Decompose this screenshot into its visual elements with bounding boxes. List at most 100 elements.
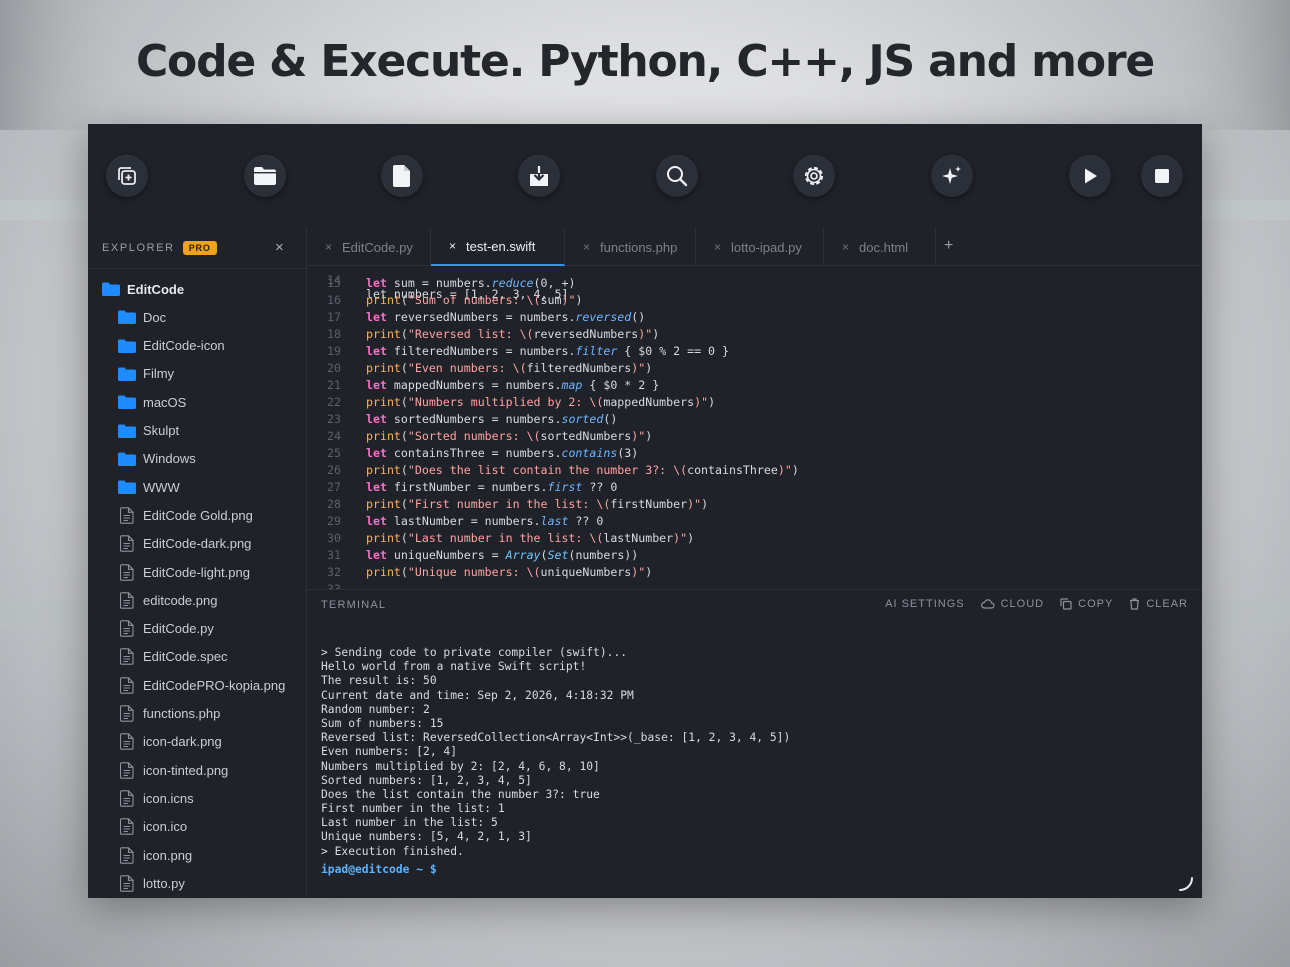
search-icon [667,166,688,187]
tab-close-icon[interactable]: × [714,240,721,254]
code-text: let uniqueNumbers = Array(Set(numbers)) [366,548,639,562]
ai-settings-button[interactable]: AI SETTINGS [885,598,964,610]
new-file-button[interactable] [381,155,423,197]
code-line: 19 let filteredNumbers = numbers.filter {… [307,344,1187,361]
tree-item-label: EditCode-dark.png [143,536,252,552]
tab-close-icon[interactable]: × [325,240,332,254]
cloud-label: CLOUD [1000,598,1045,610]
code-text: let firstNumber = numbers.first ?? 0 [366,480,618,494]
terminal-output[interactable]: > Sending code to private compiler (swif… [321,646,790,877]
code-text: print("Reversed list: \(reversedNumbers)… [366,327,660,341]
folder-icon [254,167,276,185]
tree-item-label: icon.icns [143,790,194,806]
tree-file[interactable]: EditCode-dark.png [120,530,251,558]
terminal-line: Sorted numbers: [1, 2, 3, 4, 5] [321,773,532,787]
stop-button[interactable] [1141,155,1183,197]
ai-assistant-button[interactable] [931,155,973,197]
folder-icon [118,366,136,382]
file-icon [120,761,136,779]
download-icon [530,166,548,186]
file-icon [120,563,136,581]
tab-lotto-ipad-py[interactable]: × lotto-ipad.py [696,228,824,266]
clear-button[interactable]: CLEAR [1129,598,1188,610]
tree-file[interactable]: EditCodePRO-kopia.png [120,671,285,699]
code-line: 23 let sortedNumbers = numbers.sorted() [307,412,1187,429]
tree-file[interactable]: EditCode Gold.png [120,501,253,529]
folder-icon [118,451,136,467]
tree-file[interactable]: EditCode.py [120,615,214,643]
tree-folder[interactable]: WWW [118,473,180,501]
code-text: let lastNumber = numbers.last ?? 0 [366,514,604,528]
code-text: print("Unique numbers: \(uniqueNumbers)"… [366,565,653,579]
tab-label: test-en.swift [466,238,536,254]
line-number: 32 [327,565,341,579]
search-button[interactable] [656,155,698,197]
folder-icon [102,281,120,297]
tab-editcode-py[interactable]: × EditCode.py [307,228,431,266]
cloud-button[interactable]: CLOUD [980,598,1045,610]
tree-file[interactable]: lotto.py [120,869,185,897]
run-button[interactable] [1069,155,1111,197]
cloud-icon [980,599,995,609]
tab-test-en-swift[interactable]: × test-en.swift [431,228,565,266]
tree-folder[interactable]: Skulpt [118,417,179,445]
tree-root-folder[interactable]: EditCode [102,275,184,303]
terminal-line: > Sending code to private compiler (swif… [321,646,628,659]
tree-file[interactable]: icon.ico [120,813,187,841]
explorer-title: EXPLORER [102,242,175,254]
settings-button[interactable] [793,155,835,197]
tree-folder[interactable]: Filmy [118,360,174,388]
tree-item-label: icon-tinted.png [143,762,229,778]
tree-file[interactable]: EditCode.spec [120,643,228,671]
save-download-button[interactable] [518,155,560,197]
code-line: 25 let containsThree = numbers.contains(3… [307,446,1187,463]
terminal-prompt[interactable]: ipad@editcode ~ $ [321,863,790,877]
tree-file[interactable]: icon-tinted.png [120,756,228,784]
code-line: 20 print("Even numbers: \(filteredNumbers… [307,361,1187,378]
tree-file[interactable]: icon.png [120,841,192,869]
terminal-line: > Execution finished. [321,844,464,858]
terminal-panel: TERMINAL AI SETTINGS CLOUD COPY CLEAR > … [307,589,1202,898]
tree-file[interactable]: EditCode-light.png [120,558,250,586]
tree-file[interactable]: icon.icns [120,784,194,812]
tree-file[interactable]: functions.php [120,700,220,728]
code-text: print("Sum of numbers: \(sum)") [366,293,583,307]
tab-close-icon[interactable]: × [842,240,849,254]
tree-file[interactable]: editcode.png [120,586,217,614]
folder-icon [118,309,136,325]
explorer-sidebar: EXPLORER PRO × EditCode Doc EditCode-icon… [88,228,307,898]
new-window-button[interactable] [106,155,148,197]
tab-close-icon[interactable]: × [583,240,590,254]
add-tab-button[interactable]: + [944,237,953,255]
pro-badge: PRO [182,241,217,255]
terminal-line: Sum of numbers: 15 [321,716,444,730]
copy-button[interactable]: COPY [1060,598,1113,610]
play-icon [1085,168,1097,184]
explorer-close-button[interactable]: × [275,239,284,256]
tab-doc-html[interactable]: × doc.html [824,228,936,266]
tree-folder[interactable]: Doc [118,303,166,331]
terminal-line: Reversed list: ReversedCollection<Array<… [321,731,791,745]
code-editor[interactable]: 14 let numbers = [1, 2, 3, 4, 5] 15 let s… [307,266,1202,589]
terminal-line: First number in the list: 1 [321,802,505,816]
tree-item-label: editcode.png [143,592,218,608]
tab-functions-php[interactable]: × functions.php [565,228,696,266]
tree-folder[interactable]: macOS [118,388,186,416]
toolbar [88,124,1202,228]
tree-file[interactable]: icon-dark.png [120,728,222,756]
tree-folder[interactable]: EditCode-icon [118,332,225,360]
code-line: 21 let mappedNumbers = numbers.map { $0 *… [307,378,1187,395]
resize-handle-icon[interactable] [1176,874,1194,892]
code-line: 31 let uniqueNumbers = Array(Set(numbers)… [307,548,1187,565]
open-folder-button[interactable] [244,155,286,197]
file-icon [120,846,136,864]
terminal-actions: AI SETTINGS CLOUD COPY CLEAR [869,598,1188,610]
tree-folder[interactable]: Windows [118,445,196,473]
tree-root-label: EditCode [127,281,185,297]
tree-item-label: EditCode-light.png [143,564,250,580]
code-line: 30 print("Last number in the list: \(last… [307,531,1187,548]
code-line: 22 print("Numbers multiplied by 2: \(mapp… [307,395,1187,412]
folder-icon [118,394,136,410]
tab-close-icon[interactable]: × [449,239,456,253]
line-number: 27 [327,480,341,494]
